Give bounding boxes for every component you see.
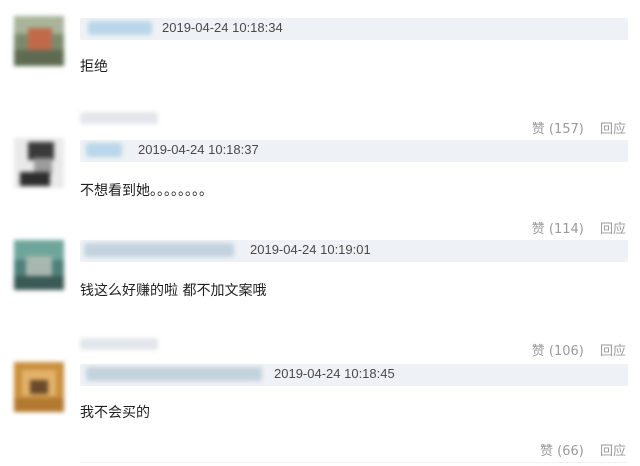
avatar[interactable] [14, 240, 64, 290]
comment-text: 我不会买的 [80, 405, 150, 421]
comment-timestamp: 2019-04-24 10:18:37 [138, 142, 259, 157]
comment-header: 2019-04-24 10:19:01 [80, 240, 628, 262]
comment-actions: 赞 (66) 回应 [528, 440, 626, 459]
username-blurred[interactable] [88, 21, 152, 35]
comment-header: 2019-04-24 10:18:45 [80, 364, 628, 386]
divider [80, 462, 626, 463]
reply-preview-blurred [80, 338, 158, 350]
comment-item: 2019-04-24 10:19:01 钱这么好赚的啦 都不加文案哦 [0, 234, 640, 350]
avatar[interactable] [14, 16, 64, 66]
like-button[interactable]: 赞 (66) [540, 444, 584, 459]
comment-header: 2019-04-24 10:18:34 [80, 18, 628, 40]
username-blurred[interactable] [84, 243, 234, 257]
comment-text: 钱这么好赚的啦 都不加文案哦 [80, 283, 267, 299]
comment-text: 拒绝 [80, 59, 108, 75]
comment-timestamp: 2019-04-24 10:18:45 [274, 366, 395, 381]
comment-timestamp: 2019-04-24 10:18:34 [162, 20, 283, 35]
reply-button[interactable]: 回应 [600, 444, 626, 459]
comment-item: 2019-04-24 10:18:34 拒绝 [0, 0, 640, 124]
avatar[interactable] [14, 362, 64, 412]
comment-timestamp: 2019-04-24 10:19:01 [250, 242, 371, 257]
comment-header: 2019-04-24 10:18:37 [80, 140, 628, 162]
username-blurred[interactable] [86, 367, 262, 381]
comment-text: 不想看到她。。。。。。。。 [80, 183, 213, 199]
username-blurred[interactable] [86, 143, 122, 157]
reply-preview-blurred [80, 112, 158, 124]
avatar[interactable] [14, 138, 64, 188]
